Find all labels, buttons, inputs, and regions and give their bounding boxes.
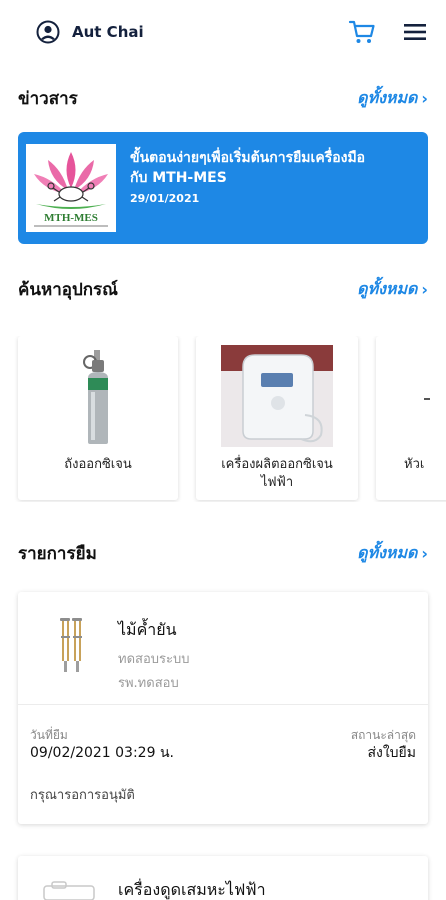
- borrow-item-sub2: รพ.ทดสอบ: [118, 676, 179, 691]
- user-profile[interactable]: Aut Chai: [36, 20, 144, 44]
- logo-text: MTH-MES: [44, 212, 98, 224]
- chevron-right-icon: ›: [421, 279, 428, 299]
- equipment-label: ถังออกซิเจน: [64, 457, 132, 472]
- user-name: Aut Chai: [72, 23, 144, 41]
- equipment-section-header: ค้นหาอุปกรณ์ ดูทั้งหมด ›: [18, 274, 428, 304]
- mth-mes-logo: MTH-MES: [26, 144, 116, 232]
- borrow-section-header: รายการยืม ดูทั้งหมด ›: [18, 538, 428, 568]
- borrow-status-value: ส่งใบยืม: [367, 745, 416, 761]
- equipment-see-all-label: ดูทั้งหมด: [357, 278, 418, 298]
- equipment-card-oxygen-tank[interactable]: ถังออกซิเจน: [18, 336, 178, 500]
- equipment-carousel[interactable]: ถังออกซิเจน เครื่องผลิตออกซิเจน ไฟฟ้า หั…: [0, 336, 446, 502]
- equipment-card-oxygen-concentrator[interactable]: เครื่องผลิตออกซิเจน ไฟฟ้า: [196, 336, 358, 500]
- divider: [18, 704, 428, 705]
- partial-image: [424, 398, 430, 400]
- borrow-date-value: 09/02/2021 03:29 น.: [30, 745, 174, 761]
- equipment-label-line2: ไฟฟ้า: [260, 475, 294, 490]
- news-title-line2: กับ MTH-MES: [130, 170, 227, 186]
- oxygen-tank-image: [83, 350, 108, 444]
- news-title-line1: ขั้นตอนง่ายๆเพื่อเริ่มต้นการยืมเครื่องมื…: [130, 150, 366, 166]
- oxygen-concentrator-image: [221, 345, 333, 447]
- account-circle-icon: [36, 20, 60, 44]
- news-text-block: ขั้นตอนง่ายๆเพื่อเริ่มต้นการยืมเครื่องมื…: [130, 144, 365, 232]
- borrow-see-all-label: ดูทั้งหมด: [357, 542, 418, 562]
- equipment-label: เครื่องผลิตออกซิเจน: [221, 457, 333, 472]
- equipment-card-partial[interactable]: หัวเ: [376, 336, 446, 500]
- news-see-all-link[interactable]: ดูทั้งหมด ›: [357, 86, 428, 111]
- news-card[interactable]: MTH-MES ขั้นตอนง่ายๆเพื่อเริ่มต้นการยืมเ…: [18, 132, 428, 244]
- equipment-see-all-link[interactable]: ดูทั้งหมด ›: [357, 277, 428, 302]
- suction-machine-image: [43, 881, 95, 900]
- cart-icon[interactable]: [348, 19, 376, 45]
- borrow-see-all-link[interactable]: ดูทั้งหมด ›: [357, 541, 428, 566]
- borrow-item-card[interactable]: ไม้ค้ำยัน ทดสอบระบบ รพ.ทดสอบ วันที่ยืม 0…: [18, 592, 428, 824]
- news-date: 29/01/2021: [130, 192, 200, 205]
- lotus-crab-logo-icon: MTH-MES: [34, 152, 108, 227]
- news-section-title: ข่าวสาร: [18, 88, 78, 109]
- news-see-all-label: ดูทั้งหมด: [357, 87, 418, 107]
- chevron-right-icon: ›: [421, 543, 428, 563]
- borrow-section-title: รายการยืม: [18, 543, 97, 564]
- hamburger-menu-icon[interactable]: [403, 22, 427, 42]
- borrow-item-sub1: ทดสอบระบบ: [118, 652, 190, 667]
- news-section-header: ข่าวสาร ดูทั้งหมด ›: [18, 83, 428, 113]
- equipment-section-title: ค้นหาอุปกรณ์: [18, 279, 118, 300]
- borrow-item-card[interactable]: เครื่องดูดเสมหะไฟฟ้า: [18, 856, 428, 900]
- chevron-right-icon: ›: [421, 88, 428, 108]
- crutches-image: [60, 618, 82, 672]
- borrow-item-name: เครื่องดูดเสมหะไฟฟ้า: [118, 880, 266, 899]
- equipment-label: หัวเ: [404, 457, 425, 472]
- borrow-note: กรุณารอการอนุมัติ: [30, 788, 135, 803]
- borrow-item-name: ไม้ค้ำยัน: [118, 620, 177, 639]
- top-bar: Aut Chai: [0, 0, 446, 62]
